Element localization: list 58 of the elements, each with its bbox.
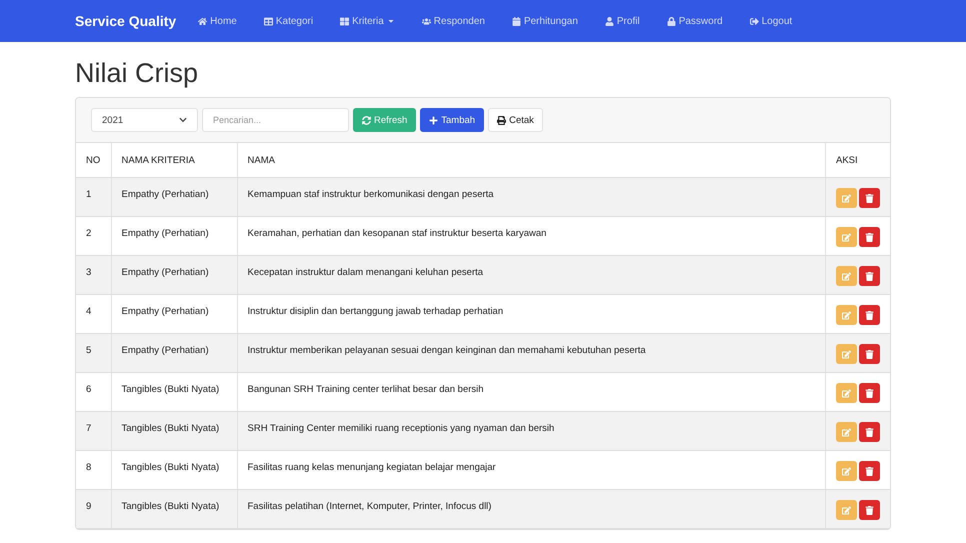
edit-icon <box>842 506 851 514</box>
brand-title[interactable]: Service Quality <box>75 13 176 29</box>
calendar-icon <box>512 16 521 26</box>
caret-icon <box>386 17 395 25</box>
trash-icon <box>865 350 874 358</box>
edit-icon <box>842 428 851 436</box>
house-icon <box>198 16 208 26</box>
nav-link[interactable]: Responden <box>422 16 485 26</box>
delete-button[interactable] <box>859 188 880 208</box>
edit-icon <box>842 194 851 202</box>
add-button[interactable]: Tambah <box>420 108 484 132</box>
edit-icon <box>842 466 851 476</box>
delete-button[interactable] <box>859 422 880 442</box>
trash-icon <box>865 194 874 202</box>
delete-button[interactable] <box>859 344 880 364</box>
table-cell: Fasilitas pelatihan (Internet, Komputer, Printer, Infocus dll) <box>237 490 826 528</box>
trash-icon <box>865 428 874 436</box>
page-title: Nilai Crisp <box>75 58 200 89</box>
nav-link[interactable]: Profil <box>604 16 640 26</box>
trash-icon <box>865 388 874 398</box>
lock-icon <box>666 16 676 26</box>
nav-link[interactable]: Kriteria <box>340 16 395 26</box>
nav-link[interactable]: Kategori <box>264 16 314 26</box>
trash-icon <box>865 506 874 514</box>
delete-button[interactable] <box>859 383 880 403</box>
plus-icon <box>429 116 438 124</box>
nav-link[interactable]: Home <box>198 16 237 26</box>
year-select[interactable]: 2021 <box>91 108 198 132</box>
edit-icon <box>842 310 851 320</box>
logout-icon <box>750 16 759 26</box>
search-field[interactable]: Pencarian... <box>202 108 349 132</box>
trash-icon <box>865 232 874 242</box>
refresh-button[interactable]: Refresh <box>353 108 416 132</box>
table-icon <box>264 16 273 26</box>
print-button[interactable]: Cetak <box>488 108 543 132</box>
edit-icon <box>842 350 851 358</box>
delete-button[interactable] <box>859 461 880 481</box>
delete-button[interactable] <box>859 266 880 286</box>
printer-icon <box>497 116 506 124</box>
trash-icon <box>865 272 874 280</box>
users-icon <box>422 16 431 26</box>
refresh-icon <box>362 116 371 124</box>
nav-link[interactable]: Perhitungan <box>512 16 578 26</box>
edit-icon <box>842 388 851 398</box>
chevron-icon <box>179 116 187 124</box>
edit-icon <box>842 232 851 242</box>
table-cell: Tangibles (Bukti Nyata) <box>111 490 237 528</box>
table-cell: 9 <box>76 490 111 528</box>
edit-icon <box>842 272 851 280</box>
trash-icon <box>865 310 874 320</box>
nav-link[interactable]: Logout <box>750 16 792 26</box>
grid-icon <box>340 16 350 26</box>
nav-link[interactable]: Password <box>666 16 723 26</box>
user-icon <box>604 16 614 26</box>
trash-icon <box>865 466 874 476</box>
delete-button[interactable] <box>859 305 880 325</box>
delete-button[interactable] <box>859 500 880 520</box>
delete-button[interactable] <box>859 227 880 247</box>
